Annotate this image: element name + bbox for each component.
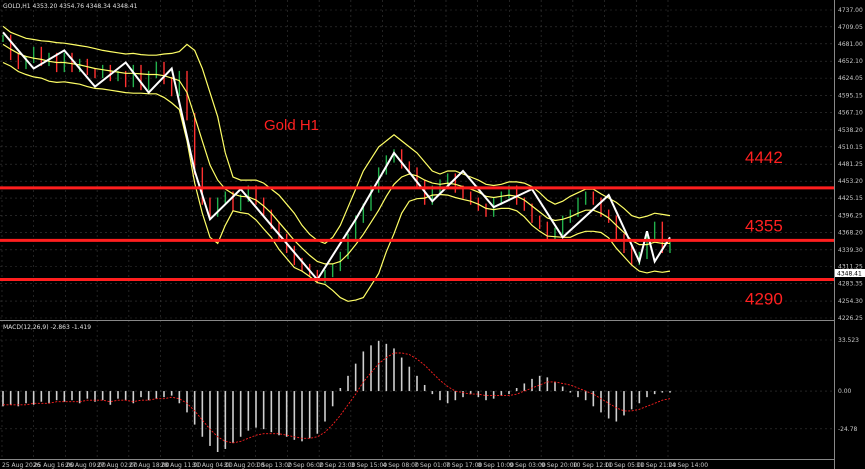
price-tick-label: 4368.20 [838, 229, 863, 236]
chart-label: Gold H1 [264, 117, 319, 134]
price-bars [2, 34, 671, 284]
price-tick-label: 4396.25 [838, 212, 863, 219]
price-tick-label: 4425.15 [838, 195, 863, 202]
price-tick-label: 4681.00 [838, 41, 863, 48]
macd-tick-label: -24.78 [838, 426, 858, 433]
level-label: 4290 [745, 290, 783, 309]
macd-tick-label: 0.00 [838, 388, 852, 395]
level-label: 4442 [745, 148, 783, 167]
price-tick-label: 4283.35 [838, 281, 863, 288]
macd-tick-label: 33.523 [838, 337, 859, 344]
price-tick-label: 4709.05 [838, 24, 863, 31]
chart-window: 4442 4355 4290 4737.00 4709.05 4681.00 4652.1… [0, 0, 865, 469]
price-tick-label: 4652.10 [838, 58, 863, 65]
price-tick-label: 4538.20 [838, 127, 863, 134]
price-tick-label: 4254.30 [838, 298, 863, 305]
macd-header: MACD(12,26,9) -2.863 -1.419 [3, 324, 91, 331]
price-tick-label: 4339.30 [838, 247, 863, 254]
price-tick-label: 4481.25 [838, 161, 863, 168]
gold-h1-chart: 4442 4355 4290 4737.00 4709.05 4681.00 4652.1… [0, 0, 865, 469]
macd-panel [2, 340, 671, 452]
level-label: 4355 [745, 216, 783, 235]
price-tick-label: 4510.15 [838, 144, 863, 151]
price-tick-label: 4737.00 [838, 7, 863, 14]
price-tick-label: 4226.25 [838, 315, 863, 322]
time-tick-label: 14 Sep 14:00 [668, 462, 708, 469]
symbol-header: GOLD,H1 4353.20 4354.76 4348.34 4348.41 [3, 3, 138, 10]
time-axis-ticks: 25 Aug 202625 Aug 16:0026 Aug 09:0027 Au… [2, 462, 708, 469]
current-price-label: 4348.41 [837, 270, 862, 277]
bollinger-lower-line [2, 61, 671, 302]
price-tick-label: 4567.10 [838, 109, 863, 116]
macd-axis-ticks: 33.523 0.00 -24.78 [838, 337, 859, 433]
price-tick-label: 4624.05 [838, 75, 863, 82]
price-tick-label: 4453.20 [838, 178, 863, 185]
price-tick-label: 4595.15 [838, 93, 863, 100]
